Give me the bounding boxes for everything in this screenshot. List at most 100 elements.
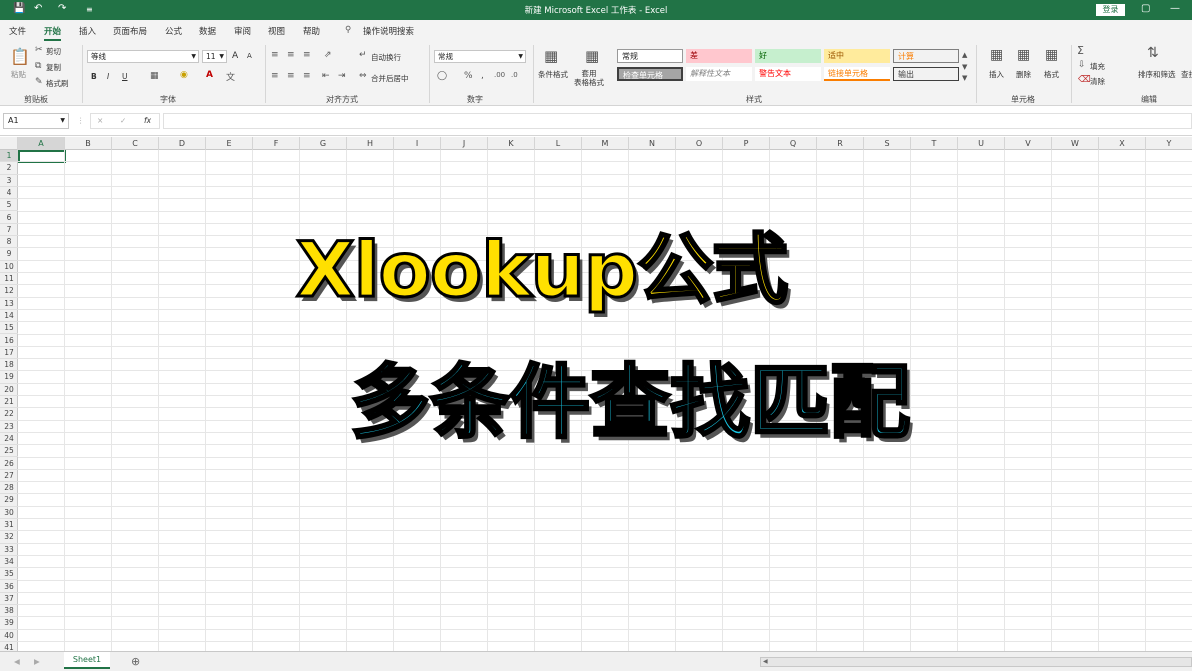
row-header-34[interactable]: 34	[0, 556, 18, 569]
insert-cells-button[interactable]: 插入	[989, 69, 1004, 80]
row-header-16[interactable]: 16	[0, 335, 18, 347]
comma-style-icon[interactable]: ,	[481, 71, 484, 81]
tab-formulas[interactable]: 公式	[165, 25, 182, 37]
styles-more-icon[interactable]: ▼	[962, 74, 967, 82]
row-header-15[interactable]: 15	[0, 322, 18, 335]
conditional-format-button[interactable]: 条件格式	[538, 69, 568, 80]
row-header-10[interactable]: 10	[0, 261, 18, 273]
row-header-36[interactable]: 36	[0, 581, 18, 593]
row-header-5[interactable]: 5	[0, 199, 18, 212]
sort-filter-icon[interactable]: ⇅	[1147, 45, 1159, 61]
row-header-35[interactable]: 35	[0, 568, 18, 581]
row-header-28[interactable]: 28	[0, 482, 18, 495]
select-all-corner[interactable]	[0, 137, 18, 150]
style-warning[interactable]: 警告文本	[755, 67, 821, 81]
column-header-J[interactable]: J	[441, 137, 488, 150]
column-header-B[interactable]: B	[65, 137, 112, 150]
styles-scroll-down-icon[interactable]: ▼	[962, 63, 967, 71]
orientation-icon[interactable]: ⇗	[324, 50, 332, 60]
find-button[interactable]: 查找	[1181, 69, 1192, 80]
delete-cells-button[interactable]: 删除	[1016, 69, 1031, 80]
row-header-14[interactable]: 14	[0, 310, 18, 323]
row-header-40[interactable]: 40	[0, 630, 18, 642]
paste-button[interactable]: 粘贴	[11, 69, 26, 80]
underline-button[interactable]: U	[122, 72, 128, 81]
tab-view[interactable]: 视图	[268, 25, 285, 37]
row-header-30[interactable]: 30	[0, 507, 18, 519]
decrease-decimal-icon[interactable]: .0	[511, 71, 518, 79]
percent-icon[interactable]: %	[464, 71, 473, 81]
decrease-indent-icon[interactable]: ⇤	[322, 71, 330, 81]
tab-insert[interactable]: 插入	[79, 25, 96, 37]
row-header-12[interactable]: 12	[0, 285, 18, 298]
row-header-38[interactable]: 38	[0, 605, 18, 618]
table-format-button[interactable]: 套用 表格格式	[574, 69, 604, 87]
column-header-L[interactable]: L	[535, 137, 582, 150]
row-header-39[interactable]: 39	[0, 617, 18, 630]
row-header-27[interactable]: 27	[0, 470, 18, 483]
row-header-1[interactable]: 1	[0, 150, 18, 163]
row-header-32[interactable]: 32	[0, 531, 18, 544]
number-format-select[interactable]: 常规 ▼	[434, 50, 526, 63]
style-check-cell[interactable]: 检查单元格	[617, 67, 683, 81]
tab-review[interactable]: 审阅	[234, 25, 251, 37]
row-header-11[interactable]: 11	[0, 273, 18, 286]
fill-button[interactable]: 填充	[1090, 61, 1105, 72]
prev-sheet-icon[interactable]: ◀	[14, 657, 20, 666]
clear-button[interactable]: 清除	[1090, 76, 1105, 87]
format-painter-button[interactable]: 格式刷	[46, 78, 69, 89]
tab-file[interactable]: 文件	[9, 25, 26, 37]
sort-filter-button[interactable]: 排序和筛选	[1138, 69, 1176, 80]
grow-font-button[interactable]: A	[232, 51, 238, 61]
row-header-8[interactable]: 8	[0, 236, 18, 249]
delete-cells-icon[interactable]: ▦	[1017, 47, 1030, 63]
column-header-I[interactable]: I	[394, 137, 441, 150]
insert-cells-icon[interactable]: ▦	[990, 47, 1003, 63]
row-header-33[interactable]: 33	[0, 544, 18, 556]
column-header-P[interactable]: P	[723, 137, 770, 150]
font-size-select[interactable]: 11 ▼	[202, 50, 227, 63]
tab-page-layout[interactable]: 页面布局	[113, 25, 147, 37]
tab-help[interactable]: 帮助	[303, 25, 320, 37]
row-header-37[interactable]: 37	[0, 593, 18, 606]
row-header-29[interactable]: 29	[0, 494, 18, 507]
column-header-C[interactable]: C	[112, 137, 159, 150]
align-bottom-icon[interactable]: ≡	[303, 50, 311, 60]
cut-button[interactable]: 剪切	[46, 46, 61, 57]
increase-indent-icon[interactable]: ⇥	[338, 71, 346, 81]
increase-decimal-icon[interactable]: .00	[494, 71, 505, 79]
row-header-2[interactable]: 2	[0, 162, 18, 175]
column-header-D[interactable]: D	[159, 137, 206, 150]
column-header-Y[interactable]: Y	[1146, 137, 1192, 150]
sheet-tab-sheet1[interactable]: Sheet1	[64, 652, 110, 669]
style-normal[interactable]: 常规	[617, 49, 683, 63]
wrap-text-icon[interactable]: ↵	[359, 50, 367, 60]
row-header-25[interactable]: 25	[0, 445, 18, 458]
row-header-21[interactable]: 21	[0, 396, 18, 409]
align-center-icon[interactable]: ≡	[287, 71, 295, 81]
column-header-H[interactable]: H	[347, 137, 394, 150]
column-header-F[interactable]: F	[253, 137, 300, 150]
column-header-O[interactable]: O	[676, 137, 723, 150]
column-header-T[interactable]: T	[911, 137, 958, 150]
column-header-M[interactable]: M	[582, 137, 629, 150]
column-header-X[interactable]: X	[1099, 137, 1146, 150]
paste-icon[interactable]: 📋	[10, 47, 30, 66]
table-format-icon[interactable]: ▦	[585, 47, 599, 65]
tab-data[interactable]: 数据	[199, 25, 216, 37]
row-header-26[interactable]: 26	[0, 458, 18, 470]
column-header-R[interactable]: R	[817, 137, 864, 150]
phonetic-icon[interactable]: 文	[226, 70, 235, 83]
align-middle-icon[interactable]: ≡	[287, 50, 295, 60]
row-header-13[interactable]: 13	[0, 298, 18, 310]
style-explanatory[interactable]: 解释性文本	[686, 67, 752, 81]
row-header-6[interactable]: 6	[0, 212, 18, 224]
autosum-icon[interactable]: Σ	[1077, 44, 1084, 57]
row-header-22[interactable]: 22	[0, 408, 18, 421]
font-color-icon[interactable]: A	[206, 70, 213, 80]
next-sheet-icon[interactable]: ▶	[34, 657, 40, 666]
row-header-3[interactable]: 3	[0, 175, 18, 187]
format-cells-icon[interactable]: ▦	[1045, 47, 1058, 63]
name-box[interactable]: A1 ▼	[3, 113, 69, 129]
login-button[interactable]: 登录	[1096, 4, 1125, 16]
